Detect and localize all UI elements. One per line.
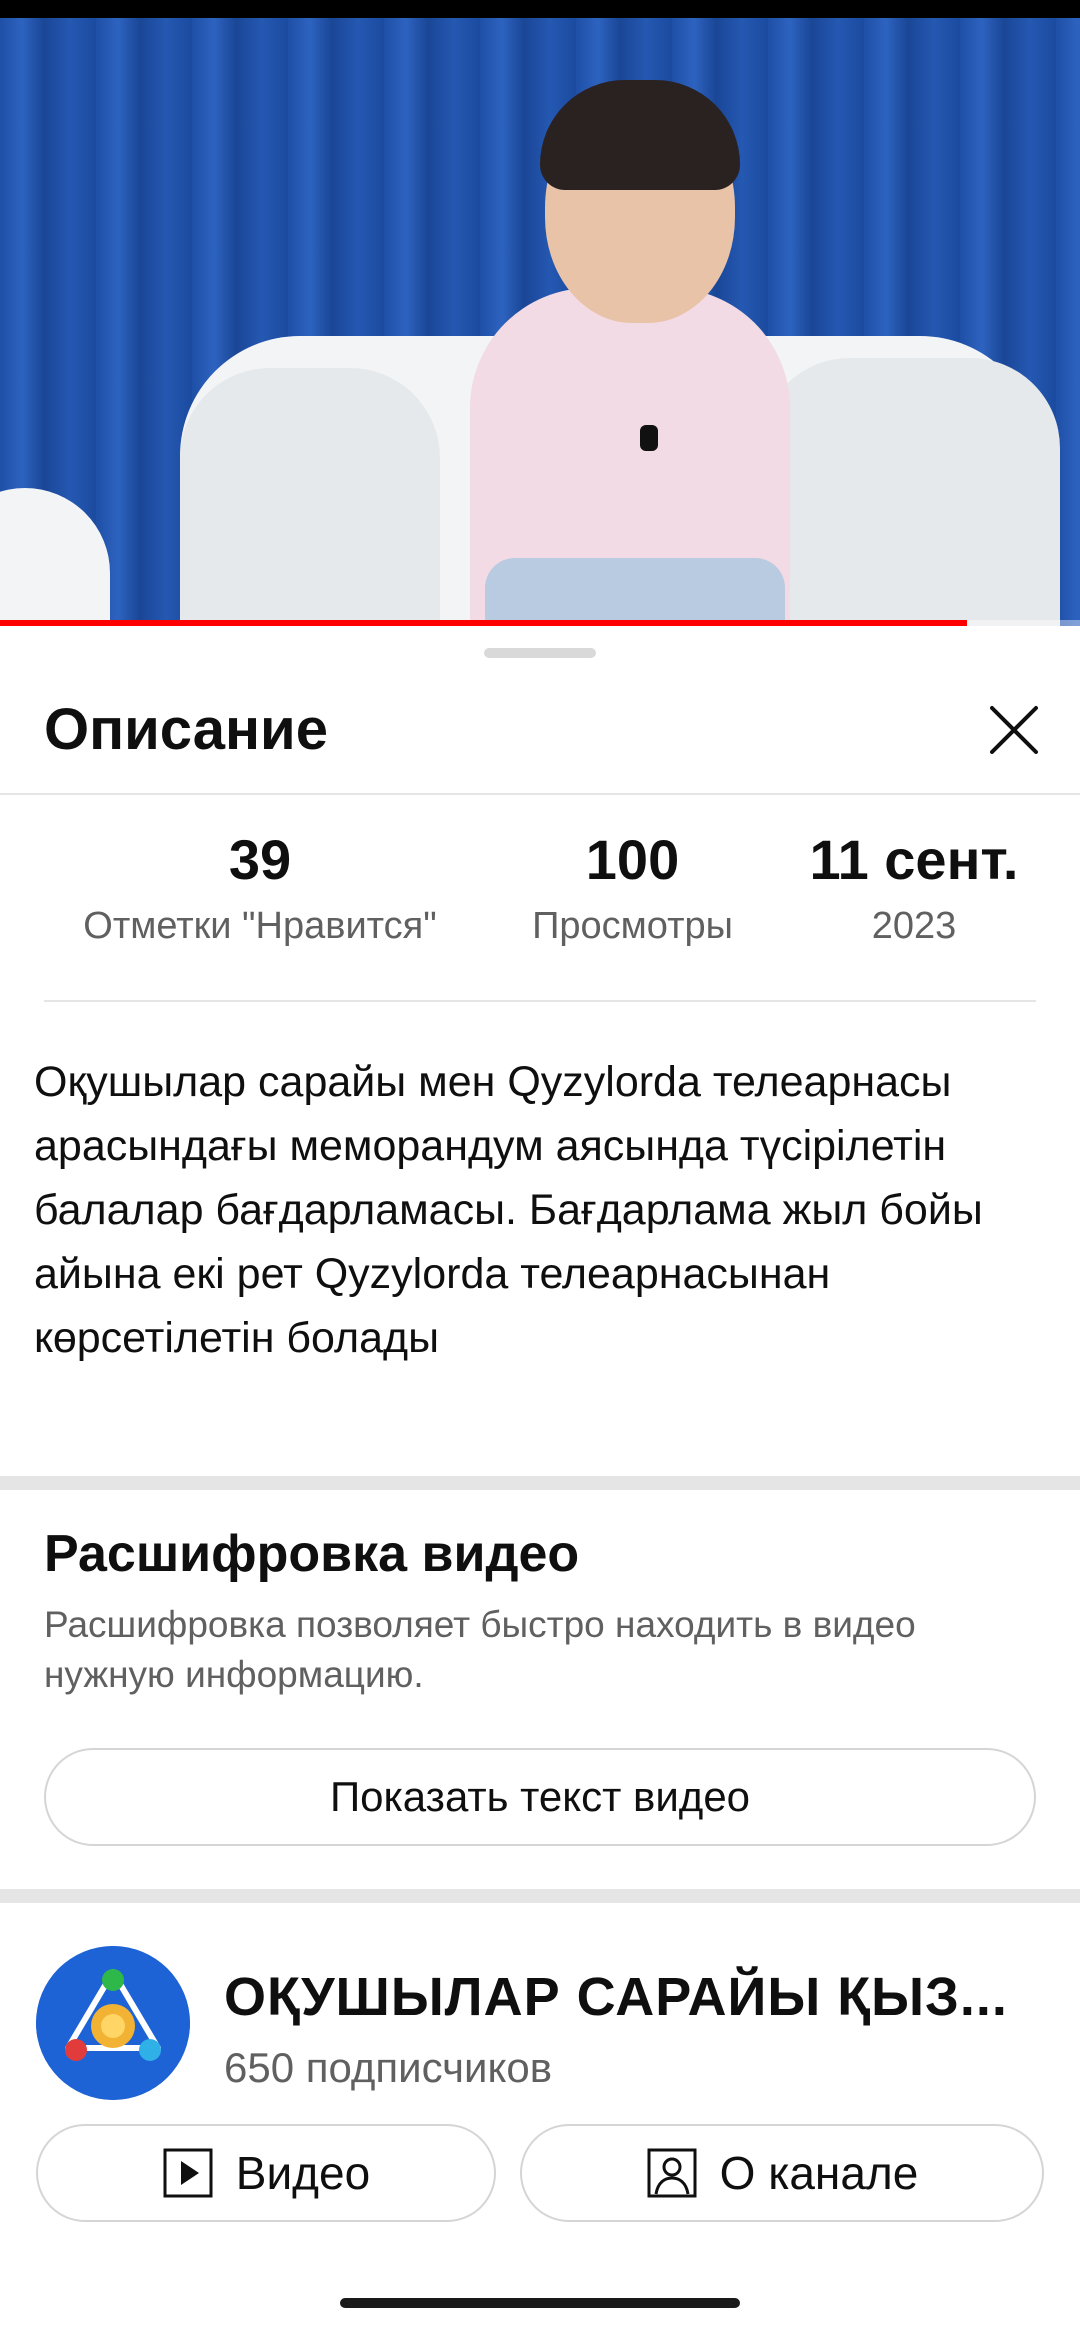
likes-label: Отметки "Нравится" bbox=[83, 905, 437, 947]
about-channel-button[interactable]: О канале bbox=[520, 2124, 1044, 2222]
date-stat: 11 сент. 2023 bbox=[780, 828, 1048, 950]
close-icon bbox=[990, 706, 1038, 754]
video-frame-armrest-right bbox=[760, 358, 1060, 626]
likes-count: 39 bbox=[228, 828, 292, 891]
divider bbox=[44, 1000, 1036, 1002]
section-separator bbox=[0, 1476, 1080, 1490]
home-indicator[interactable] bbox=[340, 2298, 740, 2308]
channel-avatar[interactable] bbox=[36, 1946, 190, 2100]
views-stat: 100 Просмотры bbox=[515, 828, 750, 950]
views-count: 100 bbox=[585, 828, 680, 891]
video-frame-child-hair bbox=[540, 80, 740, 190]
show-transcript-button[interactable]: Показать текст видео bbox=[44, 1748, 1036, 1846]
upload-date: 11 сент. bbox=[809, 828, 1019, 891]
channel-logo-icon bbox=[36, 1946, 190, 2100]
about-channel-label: О канале bbox=[719, 2147, 919, 2199]
video-frame-child-jeans bbox=[485, 558, 785, 626]
description-sheet: Описание 39 Отметки "Нравится" 100 Просм… bbox=[0, 628, 1080, 2330]
video-frame-lapel-mic bbox=[640, 425, 658, 451]
channel-name[interactable]: ОҚУШЫЛАР САРАЙЫ ҚЫЗ... bbox=[224, 1966, 1044, 2028]
section-separator bbox=[0, 1889, 1080, 1903]
status-bar bbox=[0, 0, 1080, 18]
video-description: Оқушылар сарайы мен Qyzylorda телеарнасы… bbox=[34, 1058, 983, 1362]
person-square-icon bbox=[647, 2148, 697, 2198]
channel-videos-label: Видео bbox=[235, 2147, 371, 2199]
channel-videos-button[interactable]: Видео bbox=[36, 2124, 496, 2222]
transcript-description: Расшифровка позволяет быстро находить в … bbox=[44, 1604, 916, 1695]
close-button[interactable] bbox=[978, 694, 1050, 766]
views-label: Просмотры bbox=[532, 905, 733, 947]
play-square-icon bbox=[163, 2148, 213, 2198]
subscriber-count: 650 подписчиков bbox=[224, 2044, 553, 2091]
video-player[interactable] bbox=[0, 18, 1080, 626]
upload-year: 2023 bbox=[871, 905, 957, 947]
sheet-title: Описание bbox=[44, 697, 328, 762]
likes-stat: 39 Отметки "Нравится" bbox=[60, 828, 460, 950]
drag-handle[interactable] bbox=[484, 648, 596, 658]
stats-row: 39 Отметки "Нравится" 100 Просмотры 11 с… bbox=[0, 828, 1080, 948]
video-progress-fill bbox=[0, 620, 967, 626]
transcript-title: Расшифровка видео bbox=[44, 1525, 580, 1583]
divider bbox=[0, 793, 1080, 795]
video-frame-armrest-left bbox=[180, 368, 440, 626]
video-frame-chair-left bbox=[0, 488, 110, 626]
